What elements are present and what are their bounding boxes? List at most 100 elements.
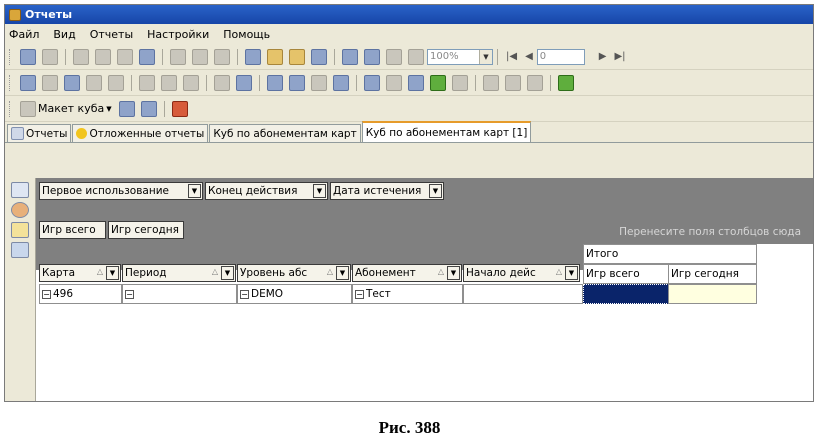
fill-icon[interactable] (289, 48, 305, 65)
first-page-icon[interactable]: |◀ (506, 51, 517, 62)
chevron-down-icon[interactable]: ▼ (336, 266, 349, 280)
grid-icon[interactable] (452, 74, 468, 91)
sort-icon[interactable]: △ (212, 267, 218, 276)
3d-icon[interactable] (311, 74, 327, 91)
delete-icon[interactable] (171, 100, 188, 117)
open-icon[interactable] (95, 48, 111, 65)
value-header-games-total[interactable]: Игр всего (583, 264, 669, 284)
cube-layout-button[interactable]: Макет куба (38, 102, 104, 115)
tab-cube[interactable]: Куб по абонементам карт (209, 124, 361, 142)
value-cell-games-total[interactable] (583, 284, 669, 304)
row-header-level[interactable]: − DEMO (237, 284, 352, 304)
filter-field-first-use[interactable]: Первое использование ▼ (39, 182, 203, 200)
collapse-icon[interactable]: − (355, 289, 364, 299)
row-field-subscription[interactable]: Абонемент △ ▼ (352, 264, 462, 282)
row-header-start[interactable] (463, 284, 583, 304)
paint-icon[interactable] (267, 48, 283, 65)
zoom-combo[interactable]: 100% ▼ (427, 48, 493, 65)
chart-view-icon[interactable] (11, 202, 29, 218)
tab-deferred-reports[interactable]: Отложенные отчеты (72, 124, 209, 142)
zoom-out-icon[interactable] (505, 74, 521, 91)
connect-icon[interactable] (408, 74, 424, 91)
filter-icon[interactable] (558, 74, 574, 91)
toolbar-grip[interactable] (9, 100, 13, 117)
row-header-card[interactable]: − 496 (39, 284, 122, 304)
single-page-icon[interactable] (342, 48, 358, 65)
find-icon[interactable] (311, 48, 327, 65)
field-list-icon[interactable] (11, 222, 29, 238)
chevron-down-icon[interactable]: ▼ (447, 266, 460, 280)
sort-icon[interactable]: △ (438, 267, 444, 276)
menu-reports[interactable]: Отчеты (90, 28, 133, 41)
close-icon[interactable] (42, 48, 58, 65)
collapse-icon[interactable]: − (240, 289, 249, 299)
copy-icon[interactable] (117, 48, 133, 65)
pivot-link-icon[interactable] (86, 74, 102, 91)
sort-icon[interactable]: △ (556, 267, 562, 276)
table-view-icon[interactable] (11, 242, 29, 258)
row-field-card[interactable]: Карта △ ▼ (39, 264, 121, 282)
collapse-icon[interactable]: − (125, 289, 134, 299)
chevron-down-icon[interactable]: ▼ (565, 266, 578, 280)
export-icon[interactable] (170, 48, 186, 65)
next-page-icon[interactable]: ▶ (599, 51, 607, 62)
layout-save-as-icon[interactable] (140, 100, 157, 117)
toolbar-grip[interactable] (9, 74, 13, 91)
row-field-level[interactable]: Уровень абс △ ▼ (237, 264, 351, 282)
chevron-down-icon[interactable]: ▼ (313, 184, 326, 198)
pivot-save-icon[interactable] (20, 74, 36, 91)
grid-page-icon[interactable] (408, 48, 424, 65)
cut-icon[interactable] (386, 74, 402, 91)
pie-chart-icon[interactable] (289, 74, 305, 91)
bar-chart-icon[interactable] (333, 74, 349, 91)
pivot-copy-icon[interactable] (42, 74, 58, 91)
two-page-icon[interactable] (364, 48, 380, 65)
zoom-in-icon[interactable] (483, 74, 499, 91)
currency-icon[interactable] (108, 74, 124, 91)
format-icon[interactable] (245, 48, 261, 65)
data-field-games-today[interactable]: Игр сегодня (108, 221, 184, 239)
row-field-start[interactable]: Начало дейс △ ▼ (463, 264, 580, 282)
table-icon[interactable] (430, 74, 446, 91)
people-icon[interactable] (364, 74, 380, 91)
sum-icon[interactable] (139, 74, 155, 91)
layout-save-icon[interactable] (118, 100, 135, 117)
multi-page-icon[interactable] (386, 48, 402, 65)
export-pdf-icon[interactable] (192, 48, 208, 65)
chevron-down-icon[interactable]: ▼ (429, 184, 442, 198)
page-number-input[interactable]: 0 (536, 48, 585, 65)
filter-field-expiry-date[interactable]: Дата истечения ▼ (330, 182, 444, 200)
pivot-expand-icon[interactable] (64, 74, 80, 91)
row-header-period[interactable]: − (122, 284, 237, 304)
sort-icon[interactable]: △ (97, 267, 103, 276)
sort-icon[interactable]: △ (327, 267, 333, 276)
menu-file[interactable]: Файл (9, 28, 39, 41)
tab-cube-1[interactable]: Куб по абонементам карт [1] (361, 121, 532, 142)
chevron-down-icon[interactable]: ▼ (106, 266, 119, 280)
chevron-down-icon[interactable]: ▼ (221, 266, 234, 280)
row-header-subscription[interactable]: − Тест (352, 284, 463, 304)
toolbar-grip[interactable] (9, 48, 13, 65)
chart-icon[interactable] (267, 74, 283, 91)
menu-help[interactable]: Помощь (223, 28, 270, 41)
print-preview-icon[interactable] (527, 74, 543, 91)
report-view-icon[interactable] (11, 182, 29, 198)
row-field-period[interactable]: Период △ ▼ (122, 264, 236, 282)
value-cell-games-today[interactable] (668, 284, 757, 304)
value-header-games-today[interactable]: Игр сегодня (668, 264, 757, 284)
prev-page-icon[interactable]: ◀ (525, 51, 533, 62)
menu-view[interactable]: Вид (53, 28, 75, 41)
number-format-icon[interactable] (183, 74, 199, 91)
last-page-icon[interactable]: ▶| (614, 51, 625, 62)
shield-icon[interactable] (139, 48, 155, 65)
print-icon[interactable] (73, 48, 89, 65)
save-icon[interactable] (20, 48, 36, 65)
tab-reports[interactable]: Отчеты (7, 124, 72, 142)
collapse-icon[interactable]: − (42, 289, 51, 299)
menu-settings[interactable]: Настройки (147, 28, 209, 41)
chevron-down-icon[interactable]: ▼ (188, 184, 201, 198)
data-field-games-total[interactable]: Игр всего (39, 221, 106, 239)
list-icon[interactable] (214, 74, 230, 91)
chevron-down-icon[interactable]: ▼ (479, 49, 492, 64)
page-setup-icon[interactable] (214, 48, 230, 65)
